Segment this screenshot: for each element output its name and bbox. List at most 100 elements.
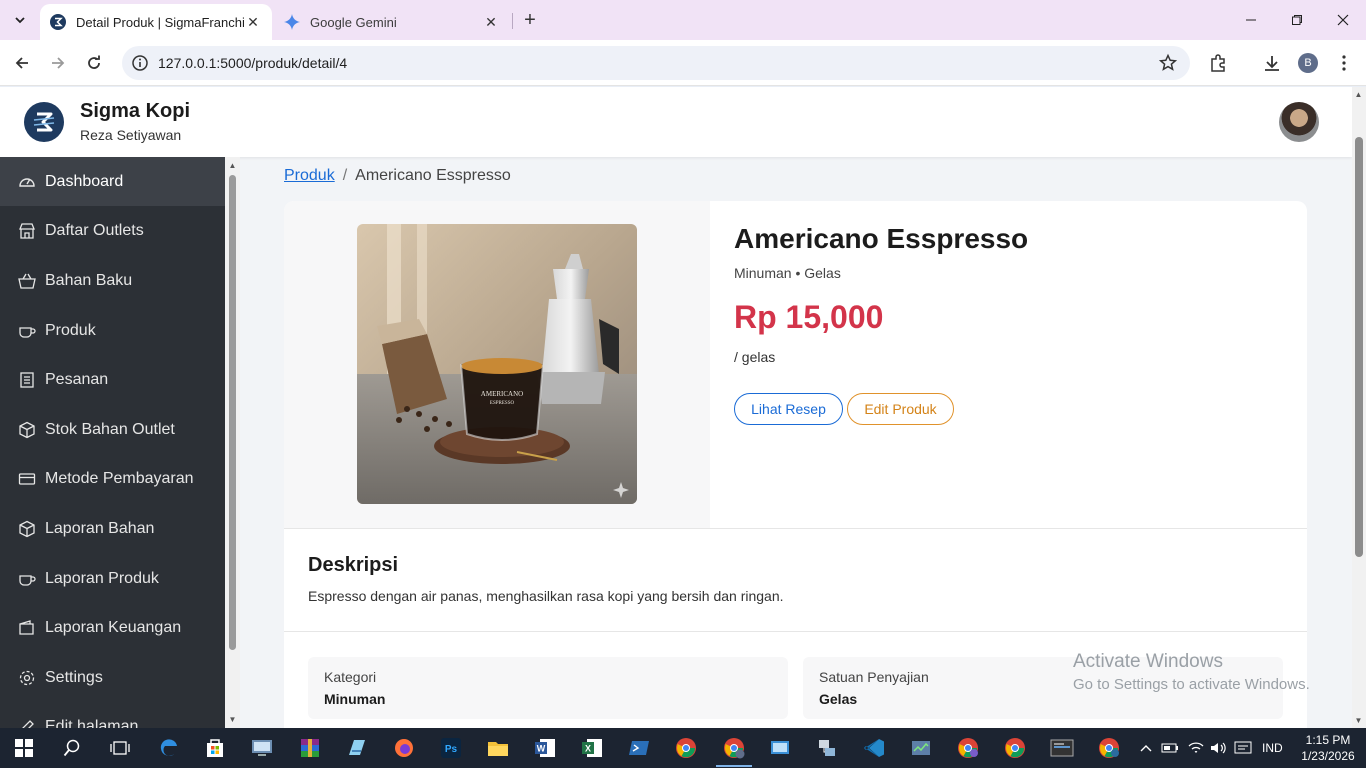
show-hidden-icons-chevron-icon[interactable] — [1139, 728, 1153, 768]
back-arrow-icon[interactable] — [8, 49, 36, 77]
edge-browser-icon[interactable] — [155, 734, 183, 762]
basket-icon — [18, 272, 36, 290]
remote-desktop-icon[interactable] — [248, 734, 276, 762]
photoshop-icon[interactable]: Ps — [437, 734, 465, 762]
wifi-icon[interactable] — [1187, 728, 1205, 768]
edit-product-button[interactable]: Edit Produk — [847, 393, 954, 425]
tab-separator — [512, 13, 513, 29]
tab-close-icon[interactable]: ✕ — [244, 13, 262, 31]
user-name: Reza Setiyawan — [80, 127, 182, 143]
scroll-up-arrow-icon[interactable]: ▲ — [228, 161, 237, 170]
battery-icon[interactable] — [1161, 728, 1179, 768]
url-text[interactable]: 127.0.0.1:5000/produk/detail/4 — [158, 55, 347, 71]
chrome-icon[interactable] — [672, 734, 700, 762]
sidebar-scrollbar[interactable]: ▲ ▼ — [225, 157, 240, 728]
task-view-icon[interactable] — [106, 734, 134, 762]
cup-icon — [18, 322, 36, 340]
divider — [284, 528, 1307, 529]
page-scrollbar[interactable]: ▲ ▼ — [1352, 87, 1366, 728]
sidebar-item-bahan-baku[interactable]: Bahan Baku — [0, 256, 225, 305]
divider — [284, 631, 1307, 632]
sidebar-item-label: Bahan Baku — [45, 271, 133, 289]
kebab-menu-icon[interactable] — [1333, 52, 1355, 74]
chrome-profile-icon[interactable] — [1095, 734, 1123, 762]
site-info-icon[interactable] — [130, 53, 150, 73]
scroll-down-arrow-icon[interactable]: ▼ — [228, 715, 237, 724]
info-value: Gelas — [819, 691, 858, 707]
minimize-icon[interactable] — [1228, 0, 1274, 40]
file-explorer-icon[interactable] — [484, 734, 512, 762]
breadcrumb-link-produk[interactable]: Produk — [284, 167, 335, 184]
address-bar[interactable]: 127.0.0.1:5000/produk/detail/4 — [122, 46, 1190, 80]
vscode-icon[interactable] — [860, 734, 888, 762]
breadcrumb: Produk / Americano Esspresso — [284, 167, 511, 185]
powershell-icon[interactable] — [625, 734, 653, 762]
input-language[interactable]: IND — [1262, 728, 1283, 768]
tab-google-gemini[interactable]: Google Gemini ✕ — [274, 4, 510, 40]
view-recipe-button[interactable]: Lihat Resep — [734, 393, 843, 425]
breadcrumb-current: Americano Esspresso — [355, 167, 511, 184]
profile-avatar-icon[interactable]: B — [1297, 52, 1319, 74]
system-clock[interactable]: 1:15 PM 1/23/2026 — [1296, 732, 1360, 764]
sidebar-item-metode-pembayaran[interactable]: Metode Pembayaran — [0, 454, 225, 503]
network-share-icon[interactable] — [813, 734, 841, 762]
word-icon[interactable]: W — [531, 734, 559, 762]
sidebar-item-label: Pesanan — [45, 370, 109, 388]
brand-name: Sigma Kopi — [80, 100, 191, 122]
tab-title: Google Gemini — [310, 14, 397, 30]
sidebar-item-daftar-outlets[interactable]: Daftar Outlets — [0, 206, 225, 255]
forward-arrow-icon[interactable] — [44, 49, 72, 77]
extensions-puzzle-icon[interactable] — [1207, 52, 1229, 74]
tab-list-chevron-icon[interactable] — [8, 8, 32, 32]
scroll-down-arrow-icon[interactable]: ▼ — [1354, 716, 1363, 725]
tab-close-icon[interactable]: ✕ — [482, 13, 500, 31]
sidebar-item-settings[interactable]: Settings — [0, 653, 225, 702]
firefox-icon[interactable] — [390, 734, 418, 762]
sidebar-item-laporan-bahan[interactable]: Laporan Bahan — [0, 504, 225, 553]
search-icon[interactable] — [58, 734, 86, 762]
scroll-up-arrow-icon[interactable]: ▲ — [1354, 90, 1363, 99]
user-avatar[interactable] — [1279, 102, 1319, 142]
tab-detail-produk[interactable]: Detail Produk | SigmaFranchise ✕ — [40, 4, 272, 40]
sidebar-item-label: Metode Pembayaran — [45, 469, 194, 487]
sidebar-item-dashboard[interactable]: Dashboard — [0, 157, 225, 206]
sidebar-item-edit-halaman[interactable]: Edit halaman — [0, 702, 225, 728]
database-admin-icon[interactable] — [1048, 734, 1076, 762]
page-scroll-thumb[interactable] — [1355, 137, 1363, 557]
control-panel-icon[interactable] — [766, 734, 794, 762]
sidebar-item-stok-bahan-outlet[interactable]: Stok Bahan Outlet — [0, 405, 225, 454]
svg-text:X: X — [585, 744, 591, 754]
notifications-icon[interactable] — [1234, 728, 1252, 768]
svg-text:W: W — [537, 744, 546, 754]
store-icon[interactable] — [201, 734, 229, 762]
sidebar-item-laporan-produk[interactable]: Laporan Produk — [0, 554, 225, 603]
winrar-icon[interactable] — [296, 734, 324, 762]
sidebar-item-label: Stok Bahan Outlet — [45, 420, 175, 438]
volume-icon[interactable] — [1209, 728, 1227, 768]
activate-windows-watermark: Activate Windows Go to Settings to activ… — [1073, 651, 1310, 693]
download-icon[interactable] — [1261, 52, 1283, 74]
description-text: Espresso dengan air panas, menghasilkan … — [308, 588, 784, 604]
reload-icon[interactable] — [80, 49, 108, 77]
sigma-logo[interactable] — [24, 102, 64, 142]
close-window-icon[interactable] — [1320, 0, 1366, 40]
wallet-icon — [18, 619, 36, 637]
chrome-icon[interactable] — [1001, 734, 1029, 762]
product-unit: / gelas — [734, 349, 776, 365]
task-manager-icon[interactable] — [907, 734, 935, 762]
restore-icon[interactable] — [1274, 0, 1320, 40]
info-value: Minuman — [324, 691, 386, 707]
chrome-profile-icon[interactable] — [954, 734, 982, 762]
notepad-icon[interactable] — [343, 734, 371, 762]
gear-icon — [18, 669, 36, 687]
sidebar-item-pesanan[interactable]: Pesanan — [0, 355, 225, 404]
sidebar-item-laporan-keuangan[interactable]: Laporan Keuangan — [0, 603, 225, 652]
chrome-profile-b-icon[interactable] — [716, 734, 752, 767]
sidebar-item-produk[interactable]: Produk — [0, 306, 225, 355]
excel-icon[interactable]: X — [578, 734, 606, 762]
sidebar-scroll-thumb[interactable] — [229, 175, 236, 650]
bookmark-star-icon[interactable] — [1158, 53, 1178, 73]
sigma-favicon-icon — [50, 14, 66, 30]
windows-start-icon[interactable] — [10, 734, 38, 762]
new-tab-plus-icon[interactable]: + — [518, 8, 542, 32]
